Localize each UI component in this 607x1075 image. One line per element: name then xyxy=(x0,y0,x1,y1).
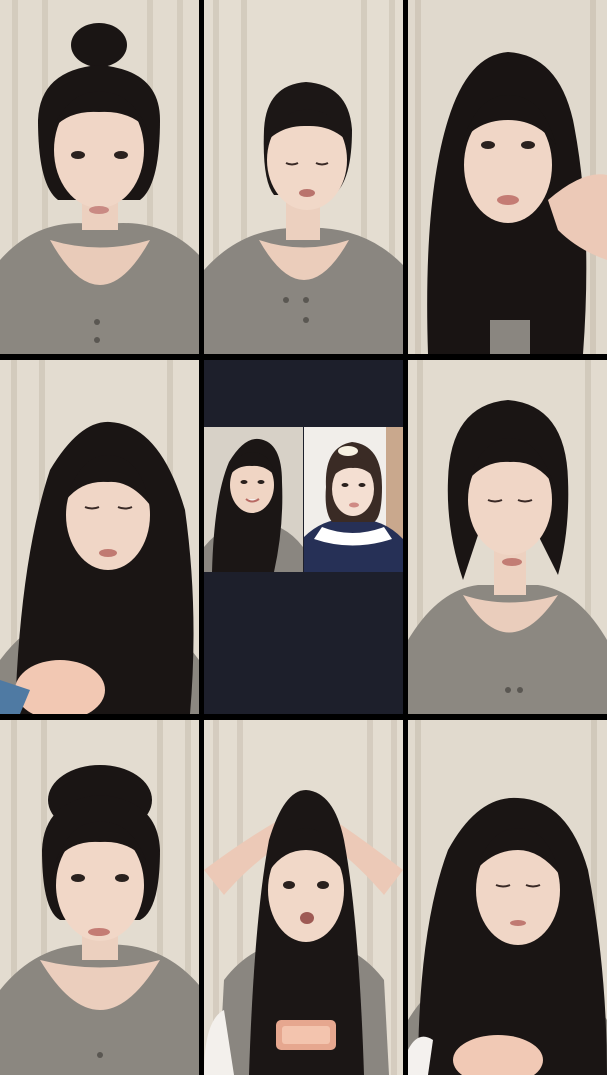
video-tile-6[interactable] xyxy=(408,360,607,714)
video-frame-person xyxy=(408,720,607,1075)
video-grid xyxy=(0,0,607,1075)
video-frame-person xyxy=(0,0,199,354)
video-frame-person xyxy=(408,360,607,714)
call-participant-left[interactable] xyxy=(204,427,303,572)
video-tile-1[interactable] xyxy=(0,0,199,354)
video-tile-9[interactable] xyxy=(408,720,607,1075)
video-tile-2[interactable] xyxy=(204,0,403,354)
video-frame-person xyxy=(204,0,403,354)
video-frame-person xyxy=(0,360,199,714)
video-frame-person xyxy=(204,720,403,1075)
call-panel xyxy=(204,360,403,714)
call-video-strip xyxy=(204,427,403,572)
call-participant-right[interactable] xyxy=(304,427,403,572)
video-tile-7[interactable] xyxy=(0,720,199,1075)
video-tile-4[interactable] xyxy=(0,360,199,714)
video-frame-person xyxy=(304,427,403,572)
video-frame-person xyxy=(408,0,607,354)
video-frame-person xyxy=(0,720,199,1075)
video-tile-8[interactable] xyxy=(204,720,403,1075)
video-frame-person xyxy=(204,427,303,572)
video-tile-3[interactable] xyxy=(408,0,607,354)
